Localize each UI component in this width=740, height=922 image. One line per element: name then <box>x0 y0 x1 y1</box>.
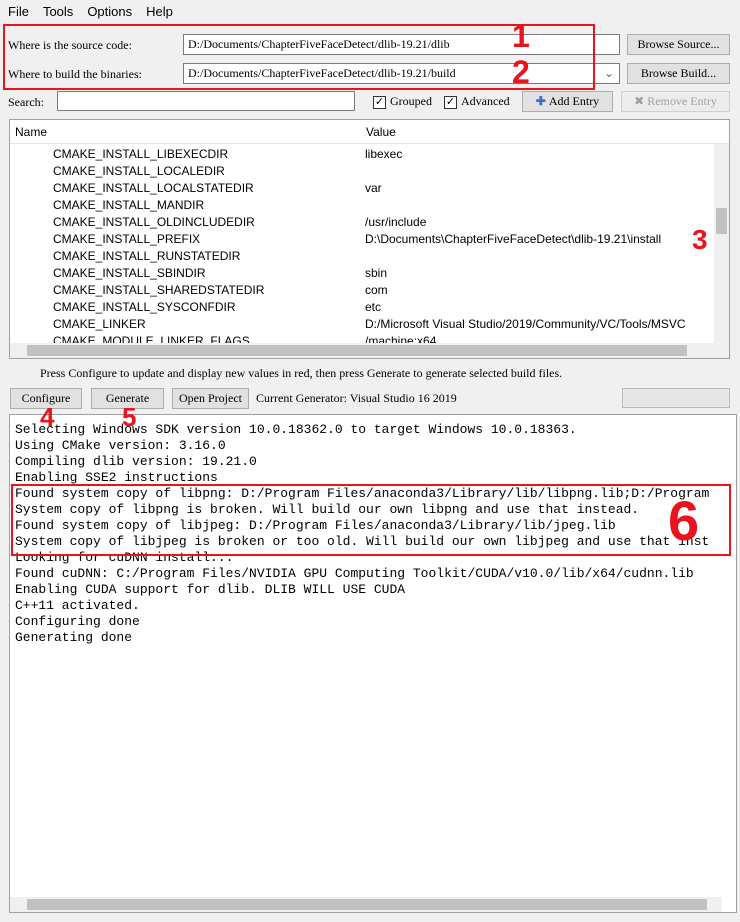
menu-bar: File Tools Options Help <box>8 4 187 19</box>
grouped-label: Grouped <box>390 94 432 108</box>
entry-value[interactable]: sbin <box>361 266 387 280</box>
entry-name: CMAKE_LINKER <box>53 316 146 331</box>
column-name[interactable]: Name <box>10 125 361 139</box>
table-row[interactable]: CMAKE_INSTALL_RUNSTATEDIR <box>10 247 729 264</box>
check-icon: ✓ <box>444 95 457 109</box>
entry-value[interactable]: var <box>361 181 382 195</box>
entry-name: CMAKE_INSTALL_SYSCONFDIR <box>53 299 236 314</box>
annotation-4: 4 <box>40 402 55 432</box>
entry-name: CMAKE_INSTALL_LIBEXECDIR <box>53 146 229 161</box>
remove-entry-button[interactable]: ✖ Remove Entry <box>621 91 730 112</box>
entry-name: CMAKE_INSTALL_SHAREDSTATEDIR <box>53 282 265 297</box>
entry-name: CMAKE_INSTALL_LOCALEDIR <box>53 163 225 178</box>
entry-name: CMAKE_INSTALL_LOCALSTATEDIR <box>53 180 254 195</box>
search-label: Search: <box>8 95 44 109</box>
add-entry-label: Add Entry <box>548 94 600 108</box>
advanced-checkbox[interactable]: ✓ Advanced <box>444 94 510 109</box>
progress-bar <box>622 388 730 408</box>
menu-options[interactable]: Options <box>87 4 132 19</box>
log-line: Generating done <box>15 630 133 645</box>
annotation-6: 6 <box>668 489 700 552</box>
table-row[interactable]: CMAKE_LINKER D:/Microsoft Visual Studio/2… <box>10 315 729 332</box>
entry-name: CMAKE_INSTALL_PREFIX <box>53 231 201 246</box>
table-row[interactable]: CMAKE_INSTALL_MANDIR <box>10 196 729 213</box>
browse-build-button[interactable]: Browse Build... <box>627 63 730 84</box>
annotation-5: 5 <box>122 402 137 432</box>
entry-name: CMAKE_INSTALL_SBINDIR <box>53 265 206 280</box>
table-row[interactable]: CMAKE_INSTALL_OLDINCLUDEDIR/usr/include <box>10 213 729 230</box>
table-row[interactable]: CMAKE_INSTALL_LOCALEDIR <box>10 162 729 179</box>
scroll-thumb[interactable] <box>27 899 707 910</box>
advanced-label: Advanced <box>461 94 510 108</box>
annotation-box-output <box>11 484 731 556</box>
menu-help[interactable]: Help <box>146 4 173 19</box>
hint-text: Press Configure to update and display ne… <box>40 366 563 380</box>
entry-value[interactable]: libexec <box>361 147 402 161</box>
entry-value[interactable]: com <box>361 283 388 297</box>
table-row[interactable]: CMAKE_INSTALL_PREFIX D:\Documents\Chapter… <box>10 230 729 247</box>
add-entry-button[interactable]: ✚ Add Entry <box>522 91 613 112</box>
table-row[interactable]: CMAKE_INSTALL_SYSCONFDIR etc <box>10 298 729 315</box>
remove-icon: ✖ <box>634 94 645 108</box>
table-header: Name Value <box>10 120 729 144</box>
check-icon: ✓ <box>373 95 386 109</box>
current-generator: Current Generator: Visual Studio 16 2019 <box>256 391 457 405</box>
search-input[interactable] <box>57 91 355 111</box>
entry-name: CMAKE_INSTALL_RUNSTATEDIR <box>53 248 241 263</box>
table-row[interactable]: CMAKE_INSTALL_LIBEXECDIR libexec <box>10 145 729 162</box>
annotation-3: 3 <box>692 224 708 255</box>
scroll-thumb[interactable] <box>716 208 727 234</box>
annotation-2: 2 <box>512 54 530 90</box>
table-row[interactable]: CMAKE_INSTALL_LOCALSTATEDIR var <box>10 179 729 196</box>
remove-entry-label: Remove Entry <box>647 94 717 108</box>
log-line: Enabling CUDA support for dlib. DLIB WIL… <box>15 582 406 597</box>
browse-source-button[interactable]: Browse Source... <box>627 34 730 55</box>
chevron-down-icon[interactable]: ⌄ <box>604 66 614 81</box>
table-vertical-scrollbar[interactable] <box>714 144 729 344</box>
menu-file[interactable]: File <box>8 4 29 19</box>
scroll-thumb[interactable] <box>27 345 687 356</box>
table-row[interactable]: CMAKE_INSTALL_SHAREDSTATEDIR com <box>10 281 729 298</box>
entry-value[interactable]: D:/Microsoft Visual Studio/2019/Communit… <box>361 317 686 331</box>
output-horizontal-scrollbar[interactable] <box>10 897 722 912</box>
annotation-box-paths <box>3 24 595 90</box>
column-value[interactable]: Value <box>361 125 396 139</box>
log-line: Using CMake version: 3.16.0 <box>15 438 226 453</box>
entry-value[interactable]: /usr/include <box>361 215 426 229</box>
table-horizontal-scrollbar[interactable] <box>10 343 729 358</box>
entry-name: CMAKE_INSTALL_OLDINCLUDEDIR <box>53 214 255 229</box>
log-line: Selecting Windows SDK version 10.0.18362… <box>15 422 577 437</box>
grouped-checkbox[interactable]: ✓ Grouped <box>373 94 432 109</box>
log-line: Compiling dlib version: 19.21.0 <box>15 454 257 469</box>
log-line: C++11 activated. <box>15 598 140 613</box>
annotation-1: 1 <box>512 18 530 54</box>
plus-icon: ✚ <box>535 94 546 108</box>
entry-value[interactable]: D:\Documents\ChapterFiveFaceDetect\dlib-… <box>361 232 661 246</box>
table-row[interactable]: CMAKE_INSTALL_SBINDIR sbin <box>10 264 729 281</box>
log-line: Found cuDNN: C:/Program Files/NVIDIA GPU… <box>15 566 694 581</box>
entry-value[interactable]: etc <box>361 300 381 314</box>
cache-table: Name Value CMAKE_INSTALL_LIBEXECDIR libex… <box>9 119 730 359</box>
menu-tools[interactable]: Tools <box>43 4 73 19</box>
entry-name: CMAKE_INSTALL_MANDIR <box>53 197 205 212</box>
open-project-button[interactable]: Open Project <box>172 388 249 409</box>
log-line: Configuring done <box>15 614 140 629</box>
